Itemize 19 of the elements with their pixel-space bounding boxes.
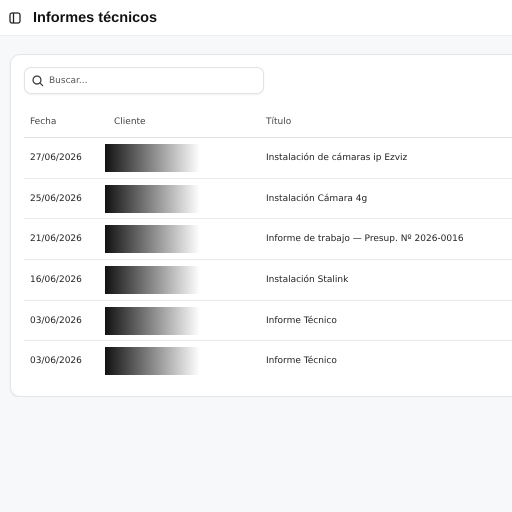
sidebar-toggle-icon[interactable] — [9, 12, 21, 24]
page-title: Informes técnicos — [33, 10, 158, 26]
table-cell: 03/06/2026 — [30, 356, 82, 366]
column-header: Título — [266, 117, 292, 127]
table-cell: Instalación de cámaras ip Ezviz — [266, 152, 408, 163]
table-cell: Instalación Stalink — [266, 274, 348, 285]
search-icon — [32, 75, 44, 87]
table-cell: Instalación Cámara 4g — [266, 194, 368, 204]
table-cell: Informe Técnico — [266, 316, 337, 326]
table-cell: Informe Técnico — [266, 356, 337, 366]
table-cell: 21/06/2026 — [30, 234, 82, 244]
table-cell: 16/06/2026 — [30, 274, 82, 285]
column-header: Cliente — [114, 117, 146, 127]
search-field[interactable]: Buscar... — [24, 67, 264, 94]
table-cell: Informe de trabajo — Presup. Nº 2026-0016 — [266, 234, 464, 244]
column-header: Fecha — [30, 117, 56, 127]
table-cell: 03/06/2026 — [30, 316, 82, 326]
table-cell: 27/06/2026 — [30, 152, 82, 163]
table-cell: 25/06/2026 — [30, 194, 82, 204]
